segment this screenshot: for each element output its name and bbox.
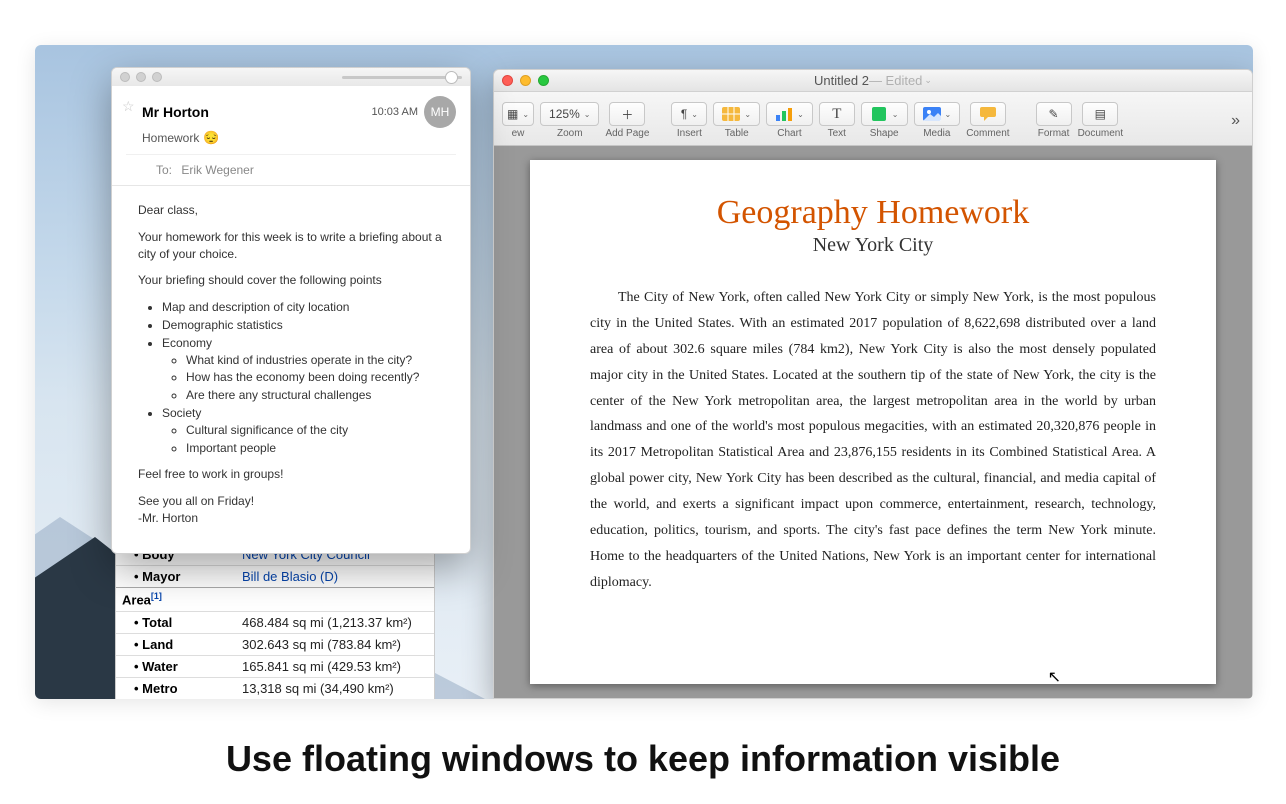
- mail-paragraph: Dear class,: [138, 202, 452, 219]
- close-icon[interactable]: [120, 72, 130, 82]
- mail-list: Map and description of city location Dem…: [162, 299, 452, 456]
- star-icon[interactable]: ☆: [122, 98, 135, 115]
- chart-button[interactable]: ⌄: [766, 102, 813, 126]
- shape-button[interactable]: ⌄: [861, 102, 908, 126]
- format-button[interactable]: ✎: [1036, 102, 1072, 126]
- window-title: Untitled 2: [814, 73, 869, 88]
- pilcrow-icon: ¶: [681, 107, 687, 121]
- opacity-slider[interactable]: [342, 76, 462, 79]
- list-item: Are there any structural challenges: [186, 387, 452, 404]
- to-value: Erik Wegener: [181, 163, 253, 177]
- avatar: MH: [424, 96, 456, 128]
- marketing-caption: Use floating windows to keep information…: [0, 738, 1286, 780]
- page-subtitle[interactable]: New York City: [590, 234, 1156, 257]
- zoom-icon[interactable]: [152, 72, 162, 82]
- mail-body: Dear class, Your homework for this week …: [112, 186, 470, 553]
- list-item: Map and description of city location: [162, 299, 452, 316]
- list-item: How has the economy been doing recently?: [186, 369, 452, 386]
- timestamp: 10:03 AM: [372, 106, 418, 118]
- insert-button[interactable]: ¶⌄: [671, 102, 707, 126]
- comment-icon: [979, 107, 997, 121]
- chevron-down-icon[interactable]: ⌄: [924, 75, 932, 86]
- desktop-background: Named for James, Duke of York Government…: [35, 45, 1253, 699]
- mail-paragraph: Your briefing should cover the following…: [138, 272, 452, 289]
- text-button[interactable]: T: [819, 102, 855, 126]
- add-page-button[interactable]: ＋: [609, 102, 645, 126]
- minimize-icon[interactable]: [520, 75, 531, 86]
- zoom-icon[interactable]: [538, 75, 549, 86]
- table-icon: [722, 107, 740, 121]
- toolbar-overflow-icon[interactable]: »: [1231, 112, 1244, 130]
- document-icon: ▤: [1095, 107, 1106, 121]
- emoji-icon: 😔: [203, 130, 219, 146]
- minimize-icon[interactable]: [136, 72, 146, 82]
- sender-name: Mr Horton: [142, 104, 372, 120]
- media-icon: [923, 107, 941, 121]
- to-label: To:: [156, 163, 172, 177]
- page-title[interactable]: Geography Homework: [590, 194, 1156, 232]
- document-canvas[interactable]: Geography Homework New York City The Cit…: [494, 146, 1252, 698]
- shape-icon: [870, 107, 888, 121]
- edited-indicator: — Edited: [869, 73, 922, 88]
- list-item: Demographic statistics: [162, 317, 452, 334]
- zoom-dropdown[interactable]: 125%⌄: [540, 102, 599, 126]
- mail-paragraph: Feel free to work in groups!: [138, 466, 452, 483]
- cursor-icon: ↖: [1048, 667, 1061, 687]
- infobox-link[interactable]: Bill de Blasio (D): [236, 566, 434, 587]
- mail-paragraph: See you all on Friday! -Mr. Horton: [138, 493, 452, 527]
- pages-app-window: Untitled 2 — Edited ⌄ ▦⌄ ew 125%⌄ Zoom ＋…: [493, 69, 1253, 699]
- chart-icon: [775, 107, 793, 121]
- list-item: What kind of industries operate in the c…: [186, 352, 452, 369]
- list-item: Important people: [186, 440, 452, 457]
- brush-icon: ✎: [1049, 107, 1059, 121]
- view-button[interactable]: ▦⌄: [502, 102, 534, 126]
- slider-knob[interactable]: [445, 71, 458, 84]
- media-button[interactable]: ⌄: [914, 102, 961, 126]
- mail-titlebar[interactable]: [112, 68, 470, 86]
- mail-header: ☆ Mr Horton 10:03 AM MH Homework 😔 To: E…: [112, 86, 470, 186]
- list-item: Economy What kind of industries operate …: [162, 335, 452, 404]
- table-button[interactable]: ⌄: [713, 102, 760, 126]
- text-icon: T: [832, 106, 841, 123]
- page-body-text[interactable]: The City of New York, often called New Y…: [590, 285, 1156, 596]
- document-button[interactable]: ▤: [1082, 102, 1118, 126]
- close-icon[interactable]: [502, 75, 513, 86]
- list-item: Cultural significance of the city: [186, 422, 452, 439]
- infobox-section: Area[1]: [116, 587, 434, 610]
- pages-toolbar: ▦⌄ ew 125%⌄ Zoom ＋ Add Page ¶⌄ Insert ⌄ …: [494, 92, 1252, 146]
- document-page[interactable]: Geography Homework New York City The Cit…: [530, 160, 1216, 684]
- pages-titlebar[interactable]: Untitled 2 — Edited ⌄: [494, 70, 1252, 92]
- mail-subject: Homework: [142, 131, 199, 145]
- mail-floating-window[interactable]: ☆ Mr Horton 10:03 AM MH Homework 😔 To: E…: [111, 67, 471, 554]
- comment-button[interactable]: [970, 102, 1006, 126]
- mail-paragraph: Your homework for this week is to write …: [138, 229, 452, 263]
- list-item: Society Cultural significance of the cit…: [162, 405, 452, 456]
